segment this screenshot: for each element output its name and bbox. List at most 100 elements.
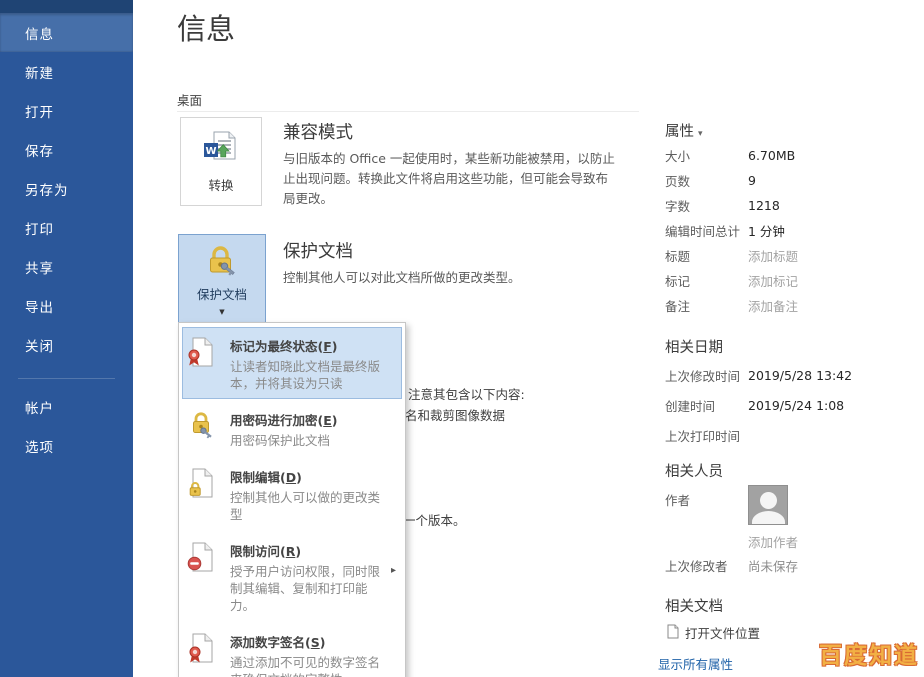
occluded-inspect-detail-text: 名和裁剪图像数据	[405, 405, 505, 424]
encrypt-password-icon	[190, 410, 222, 449]
padlock-key-icon	[205, 245, 239, 280]
property-value: 9	[748, 173, 756, 188]
menu-item-text: 添加数字签名(S) 通过添加不可见的数字签名来确保文档的完整性	[230, 632, 395, 677]
document-location-label: 桌面	[177, 90, 202, 109]
chevron-down-icon: ▼	[219, 308, 224, 316]
menu-item-encrypt-password[interactable]: 用密码进行加密(E) 用密码保护此文档	[182, 401, 402, 456]
property-label: 标题	[665, 246, 748, 265]
sidebar-item-label: 选项	[25, 436, 54, 456]
menu-item-text: 标记为最终状态(F) 让读者知晓此文档是最终版本，并将其设为只读	[230, 336, 395, 392]
protect-button-label: 保护文档	[197, 284, 247, 303]
convert-button-label: 转换	[208, 175, 233, 194]
sidebar-item-label: 新建	[25, 62, 54, 82]
property-row-comments: 备注添加备注	[665, 293, 915, 318]
sidebar-item-label: 另存为	[25, 179, 69, 199]
sidebar-item-share[interactable]: 共享	[0, 247, 133, 286]
add-title-field[interactable]: 添加标题	[748, 246, 798, 265]
sidebar-item-new[interactable]: 新建	[0, 52, 133, 91]
last-modified-by-value: 尚未保存	[748, 556, 798, 575]
menu-item-description: 通过添加不可见的数字签名来确保文档的完整性	[230, 654, 392, 677]
menu-item-description: 用密码保护此文档	[230, 432, 392, 449]
sidebar-item-save-as[interactable]: 另存为	[0, 169, 133, 208]
show-all-properties-link[interactable]: 显示所有属性	[658, 654, 733, 673]
date-value: 2019/5/24 1:08	[748, 398, 844, 413]
menu-item-title: 标记为最终状态(F)	[230, 339, 337, 354]
date-row-modified: 上次修改时间2019/5/28 13:42	[665, 360, 915, 390]
add-comments-field[interactable]: 添加备注	[748, 296, 798, 315]
add-author-field[interactable]: 添加作者	[748, 532, 798, 551]
property-label: 编辑时间总计	[665, 221, 748, 240]
restrict-editing-icon	[190, 467, 222, 523]
sidebar-item-label: 打印	[25, 218, 54, 238]
add-tags-field[interactable]: 添加标记	[748, 271, 798, 290]
menu-item-text: 用密码进行加密(E) 用密码保护此文档	[230, 410, 395, 449]
word-backstage-info-view: 信息 新建 打开 保存 另存为 打印 共享 导出 关闭 帐户 选项 信息 桌面 …	[0, 0, 924, 677]
property-label: 大小	[665, 146, 748, 165]
last-modified-by-label: 上次修改者	[665, 556, 728, 575]
date-label: 上次打印时间	[665, 426, 748, 445]
sidebar-item-print[interactable]: 打印	[0, 208, 133, 247]
sidebar-item-options[interactable]: 选项	[0, 426, 133, 465]
menu-item-description: 授予用户访问权限，同时限制其编辑、复制和打印能力。	[230, 563, 392, 614]
mark-as-final-icon	[190, 336, 222, 392]
word-convert-icon: W	[202, 130, 240, 171]
convert-button[interactable]: W 转换	[180, 117, 262, 206]
related-documents-heading: 相关文档	[665, 595, 723, 616]
sidebar-item-save[interactable]: 保存	[0, 130, 133, 169]
property-row-tags: 标记添加标记	[665, 268, 915, 293]
menu-item-title: 限制编辑(D)	[230, 470, 302, 485]
property-label: 备注	[665, 296, 748, 315]
info-right-panel: 属性 ▾ 大小6.70MB 页数9 字数1218 编辑时间总计1 分钟 标题添加标…	[665, 0, 920, 677]
sidebar-item-export[interactable]: 导出	[0, 286, 133, 325]
menu-item-restrict-editing[interactable]: 限制编辑(D) 控制其他人可以做的更改类型	[182, 458, 402, 530]
backstage-sidebar: 信息 新建 打开 保存 另存为 打印 共享 导出 关闭 帐户 选项	[0, 0, 133, 677]
sidebar-item-label: 信息	[25, 23, 54, 43]
date-row-created: 创建时间2019/5/24 1:08	[665, 390, 915, 420]
property-row-size: 大小6.70MB	[665, 143, 915, 168]
date-label: 创建时间	[665, 396, 748, 415]
page-title: 信息	[177, 6, 235, 48]
occluded-inspect-text: 注意其包含以下内容:	[408, 384, 525, 403]
menu-item-description: 控制其他人可以做的更改类型	[230, 489, 392, 523]
author-label: 作者	[665, 490, 690, 509]
restrict-access-icon	[190, 541, 222, 614]
sidebar-item-account[interactable]: 帐户	[0, 387, 133, 426]
file-icon	[667, 624, 679, 642]
property-label: 标记	[665, 271, 748, 290]
protect-document-menu: 标记为最终状态(F) 让读者知晓此文档是最终版本，并将其设为只读	[178, 322, 406, 677]
submenu-arrow-icon: ▸	[391, 565, 396, 576]
watermark: 百度知道	[819, 636, 919, 670]
sidebar-item-label: 导出	[25, 296, 54, 316]
svg-text:W: W	[205, 146, 216, 157]
sidebar-item-label: 关闭	[25, 335, 54, 355]
menu-item-text: 限制编辑(D) 控制其他人可以做的更改类型	[230, 467, 395, 523]
property-row-words: 字数1218	[665, 193, 915, 218]
sidebar-item-label: 帐户	[25, 397, 54, 417]
date-row-printed: 上次打印时间	[665, 420, 915, 450]
property-label: 字数	[665, 196, 748, 215]
properties-heading: 属性	[665, 124, 694, 140]
property-value: 6.70MB	[748, 148, 795, 163]
menu-item-description: 让读者知晓此文档是最终版本，并将其设为只读	[230, 358, 392, 392]
menu-item-restrict-access[interactable]: 限制访问(R) 授予用户访问权限，同时限制其编辑、复制和打印能力。 ▸	[182, 532, 402, 621]
protect-heading: 保护文档	[283, 238, 353, 263]
properties-dropdown[interactable]: 属性 ▾	[665, 120, 703, 141]
open-file-location-button[interactable]: 打开文件位置	[667, 623, 760, 642]
property-value: 1 分钟	[748, 221, 785, 240]
sidebar-item-open[interactable]: 打开	[0, 91, 133, 130]
menu-item-mark-as-final[interactable]: 标记为最终状态(F) 让读者知晓此文档是最终版本，并将其设为只读	[182, 327, 402, 399]
property-value: 1218	[748, 198, 780, 213]
menu-item-add-digital-signature[interactable]: 添加数字签名(S) 通过添加不可见的数字签名来确保文档的完整性	[182, 623, 402, 677]
avatar-head-shape	[760, 492, 777, 509]
sidebar-item-close[interactable]: 关闭	[0, 325, 133, 364]
property-row-edit-time: 编辑时间总计1 分钟	[665, 218, 915, 243]
sidebar-item-info[interactable]: 信息	[0, 13, 133, 52]
compatibility-description: 与旧版本的 Office 一起使用时，某些新功能被禁用，以防止止出现问题。转换此…	[283, 149, 619, 209]
property-row-title: 标题添加标题	[665, 243, 915, 268]
property-label: 页数	[665, 171, 748, 190]
related-dates-heading: 相关日期	[665, 336, 723, 357]
protect-document-button[interactable]: 保护文档 ▼	[178, 234, 266, 327]
chevron-down-icon: ▾	[698, 129, 703, 139]
digital-signature-icon	[190, 632, 222, 677]
sidebar-item-label: 共享	[25, 257, 54, 277]
